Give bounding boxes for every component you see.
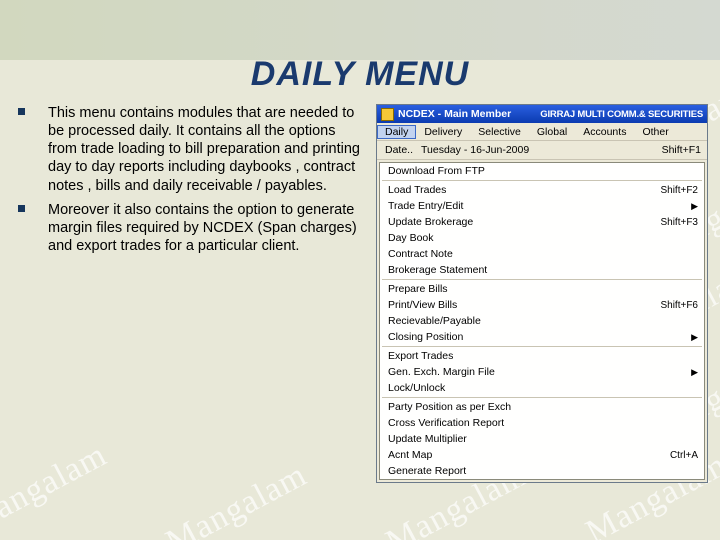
- menu-global[interactable]: Global: [529, 125, 575, 139]
- menu-item-label: Update Multiplier: [388, 433, 467, 445]
- menu-item[interactable]: Load Trades Shift+F2: [380, 182, 704, 198]
- date-label: Date..: [385, 144, 413, 156]
- daily-dropdown: Download From FTP Load Trades Shift+F2 Trad…: [379, 162, 705, 480]
- menu-item[interactable]: Closing Position ▶: [380, 329, 704, 345]
- bullet-text: This menu contains modules that are need…: [48, 104, 363, 195]
- menu-item-label: Update Brokerage: [388, 216, 473, 228]
- menu-item-label: Gen. Exch. Margin File: [388, 366, 495, 378]
- menu-item[interactable]: Export Trades: [380, 348, 704, 364]
- menu-item[interactable]: Trade Entry/Edit ▶: [380, 198, 704, 214]
- menu-item[interactable]: Update Multiplier: [380, 431, 704, 447]
- menu-item[interactable]: Party Position as per Exch: [380, 399, 704, 415]
- menu-item-label: Download From FTP: [388, 165, 485, 177]
- menu-item-label: Load Trades: [388, 184, 446, 196]
- menu-item-label: Print/View Bills: [388, 299, 457, 311]
- list-item: This menu contains modules that are need…: [18, 104, 363, 195]
- date-shortcut: Shift+F1: [662, 144, 701, 156]
- menu-separator: [382, 346, 702, 347]
- menu-item-shortcut: Ctrl+A: [670, 450, 698, 461]
- menu-item-label: Party Position as per Exch: [388, 401, 511, 413]
- window-title-right: GIRRAJ MULTI COMM.& SECURITIES: [540, 109, 703, 120]
- menu-item-label: Brokerage Statement: [388, 264, 487, 276]
- menu-item[interactable]: Acnt Map Ctrl+A: [380, 447, 704, 463]
- list-item: Moreover it also contains the option to …: [18, 201, 363, 255]
- menu-separator: [382, 279, 702, 280]
- menu-item[interactable]: Contract Note: [380, 246, 704, 262]
- chevron-right-icon: ▶: [691, 332, 698, 343]
- menu-item[interactable]: Update Brokerage Shift+F3: [380, 214, 704, 230]
- menu-item[interactable]: Generate Report: [380, 463, 704, 479]
- bullet-list: This menu contains modules that are need…: [18, 104, 363, 483]
- bg-decoration: [0, 0, 720, 60]
- menu-item[interactable]: Download From FTP: [380, 163, 704, 179]
- square-bullet-icon: [18, 205, 36, 255]
- menu-item-label: Prepare Bills: [388, 283, 448, 295]
- menu-item-shortcut: Shift+F3: [660, 217, 698, 228]
- menu-separator: [382, 397, 702, 398]
- menu-item-label: Lock/Unlock: [388, 382, 445, 394]
- square-bullet-icon: [18, 108, 36, 195]
- bullet-text: Moreover it also contains the option to …: [48, 201, 363, 255]
- menu-accounts[interactable]: Accounts: [575, 125, 634, 139]
- app-icon: [381, 108, 394, 121]
- app-window: NCDEX - Main Member GIRRAJ MULTI COMM.& …: [376, 104, 708, 483]
- menu-item-label: Closing Position: [388, 331, 463, 343]
- chevron-right-icon: ▶: [691, 201, 698, 212]
- menu-item[interactable]: Brokerage Statement: [380, 262, 704, 278]
- menubar: Daily Delivery Selective Global Accounts…: [377, 123, 707, 141]
- menu-item-label: Acnt Map: [388, 449, 432, 461]
- menu-item[interactable]: Lock/Unlock: [380, 380, 704, 396]
- menu-daily[interactable]: Daily: [377, 125, 416, 139]
- menu-item[interactable]: Recievable/Payable: [380, 313, 704, 329]
- date-value: Tuesday - 16-Jun-2009: [421, 144, 529, 156]
- menu-item-label: Export Trades: [388, 350, 453, 362]
- menu-other[interactable]: Other: [634, 125, 676, 139]
- menu-item-label: Generate Report: [388, 465, 466, 477]
- menu-item-label: Recievable/Payable: [388, 315, 481, 327]
- menu-item[interactable]: Prepare Bills: [380, 281, 704, 297]
- menu-item[interactable]: Cross Verification Report: [380, 415, 704, 431]
- menu-item[interactable]: Print/View Bills Shift+F6: [380, 297, 704, 313]
- menu-separator: [382, 180, 702, 181]
- menu-item[interactable]: Gen. Exch. Margin File ▶: [380, 364, 704, 380]
- menu-item-label: Contract Note: [388, 248, 453, 260]
- menu-item-label: Cross Verification Report: [388, 417, 504, 429]
- menu-item-label: Trade Entry/Edit: [388, 200, 463, 212]
- menu-selective[interactable]: Selective: [470, 125, 529, 139]
- window-title-left: NCDEX - Main Member: [398, 108, 511, 120]
- menu-item-label: Day Book: [388, 232, 434, 244]
- chevron-right-icon: ▶: [691, 367, 698, 378]
- content-row: This menu contains modules that are need…: [0, 94, 720, 483]
- menu-delivery[interactable]: Delivery: [416, 125, 470, 139]
- date-toolbar: Date.. Tuesday - 16-Jun-2009 Shift+F1: [377, 141, 707, 160]
- menu-item[interactable]: Day Book: [380, 230, 704, 246]
- menu-item-shortcut: Shift+F6: [660, 300, 698, 311]
- titlebar: NCDEX - Main Member GIRRAJ MULTI COMM.& …: [377, 105, 707, 123]
- menu-item-shortcut: Shift+F2: [660, 185, 698, 196]
